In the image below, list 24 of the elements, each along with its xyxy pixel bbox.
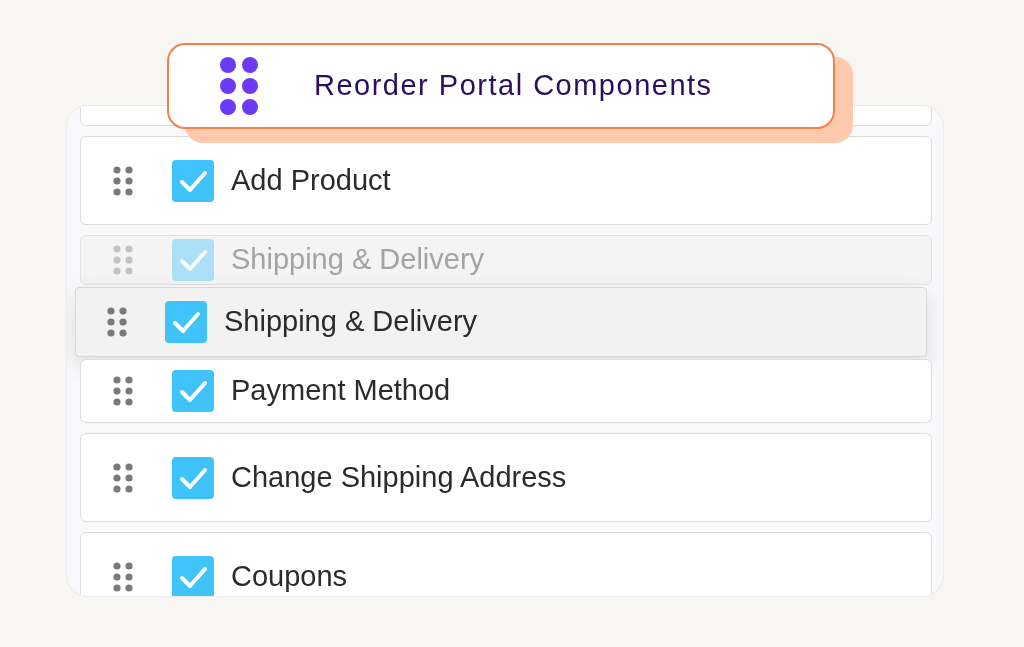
drag-handle-icon[interactable] bbox=[112, 376, 134, 406]
drag-handle-icon[interactable] bbox=[112, 245, 134, 275]
list-row[interactable]: Payment Method bbox=[80, 359, 932, 423]
drag-handle-icon bbox=[219, 56, 259, 116]
drag-handle-icon[interactable] bbox=[112, 165, 134, 196]
checkbox[interactable] bbox=[172, 370, 214, 412]
checkbox[interactable] bbox=[172, 456, 214, 499]
dragged-row[interactable]: Shipping & Delivery bbox=[75, 287, 927, 357]
checkbox[interactable] bbox=[165, 301, 207, 343]
row-label: Payment Method bbox=[231, 373, 451, 409]
drag-handle-icon[interactable] bbox=[112, 561, 134, 592]
list-row[interactable]: Change Shipping Address bbox=[80, 433, 932, 522]
header-title: Reorder Portal Components bbox=[314, 68, 713, 104]
list-row[interactable]: Coupons bbox=[80, 532, 932, 596]
checkbox[interactable] bbox=[172, 159, 214, 202]
checkbox[interactable] bbox=[172, 555, 214, 596]
row-label: Shipping & Delivery bbox=[231, 242, 485, 278]
list-row[interactable]: Add Product bbox=[80, 136, 932, 225]
row-label: Add Product bbox=[231, 162, 391, 198]
row-label: Shipping & Delivery bbox=[224, 304, 478, 340]
drag-handle-icon[interactable] bbox=[112, 462, 134, 493]
row-label: Change Shipping Address bbox=[231, 459, 567, 495]
row-label: Coupons bbox=[231, 558, 348, 594]
drag-handle-icon[interactable] bbox=[106, 307, 128, 337]
